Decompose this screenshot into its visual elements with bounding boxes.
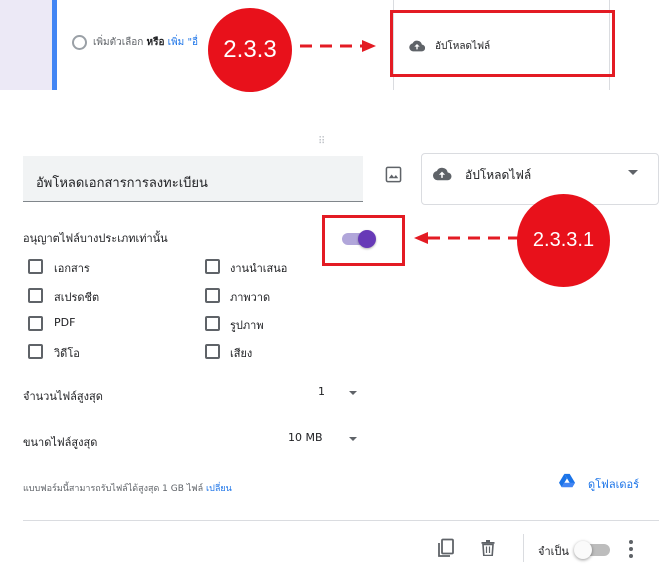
required-label: จำเป็น bbox=[538, 545, 569, 558]
checkbox-presentation[interactable] bbox=[205, 259, 220, 274]
checkbox-spreadsheet[interactable] bbox=[28, 288, 43, 303]
drive-icon[interactable] bbox=[558, 473, 576, 489]
more-vert-icon[interactable] bbox=[628, 539, 634, 559]
checkbox-pdf[interactable] bbox=[28, 316, 43, 331]
checkbox-drawing[interactable] bbox=[205, 288, 220, 303]
checkbox-label-audio: เสียง bbox=[230, 347, 253, 360]
add-option-row[interactable]: เพิ่มตัวเลือก หรือ เพิ่ม "อื่ bbox=[93, 35, 198, 50]
cloud-upload-icon bbox=[432, 167, 452, 181]
image-icon[interactable] bbox=[385, 166, 402, 183]
checkbox-audio[interactable] bbox=[205, 344, 220, 359]
max-size-chevron-down-icon[interactable] bbox=[349, 437, 357, 441]
checkbox-video[interactable] bbox=[28, 344, 43, 359]
footer-vertical-divider bbox=[523, 534, 524, 562]
add-other-link[interactable]: เพิ่ม "อื่ bbox=[168, 37, 198, 48]
required-toggle-thumb[interactable] bbox=[574, 541, 592, 559]
or-text: หรือ bbox=[146, 37, 165, 48]
max-files-value[interactable]: 1 bbox=[318, 385, 325, 398]
footer-divider bbox=[23, 520, 659, 521]
question-type-label: อัปโหลดไฟล์ bbox=[465, 168, 532, 182]
add-option-radio bbox=[72, 35, 87, 50]
chevron-down-icon bbox=[628, 170, 638, 175]
question-title-text[interactable]: อัพโหลดเอกสารการลงทะเบียน bbox=[36, 172, 208, 193]
checkbox-label-document: เอกสาร bbox=[54, 262, 90, 275]
checkbox-label-presentation: งานนำเสนอ bbox=[230, 262, 288, 275]
checkbox-label-spreadsheet: สเปรดชีต bbox=[54, 291, 100, 304]
upload-limit-text: แบบฟอร์มนี้สามารถรับไฟล์ได้สูงสุด 1 GB ไ… bbox=[23, 484, 204, 494]
question-type-select[interactable] bbox=[421, 153, 659, 205]
max-files-label: จำนวนไฟล์สูงสุด bbox=[23, 390, 103, 403]
drag-handle-icon[interactable]: ⠿ bbox=[318, 136, 326, 147]
highlight-box-toggle bbox=[322, 215, 405, 266]
checkbox-image[interactable] bbox=[205, 316, 220, 331]
max-files-chevron-down-icon[interactable] bbox=[349, 391, 357, 395]
add-option-text[interactable]: เพิ่มตัวเลือก bbox=[93, 37, 143, 48]
checkbox-label-image: รูปภาพ bbox=[230, 319, 264, 332]
max-size-value[interactable]: 10 MB bbox=[288, 431, 323, 444]
step-badge-2-3-3-1: 2.3.3.1 bbox=[517, 194, 610, 287]
checkbox-document[interactable] bbox=[28, 259, 43, 274]
change-limit-link[interactable]: เปลี่ยน bbox=[206, 484, 232, 494]
trash-icon[interactable] bbox=[481, 540, 495, 556]
dashed-arrow-right-icon bbox=[300, 40, 376, 52]
dashed-arrow-left-icon bbox=[414, 232, 518, 244]
copy-icon[interactable] bbox=[437, 538, 455, 558]
highlight-box-upload-option bbox=[390, 10, 615, 77]
step-badge-2-3-3: 2.3.3 bbox=[208, 8, 292, 92]
view-folder-link[interactable]: ดูโฟลเดอร์ bbox=[588, 475, 639, 493]
checkbox-label-video: วิดีโอ bbox=[54, 347, 80, 360]
upload-limit-info: แบบฟอร์มนี้สามารถรับไฟล์ได้สูงสุด 1 GB ไ… bbox=[23, 481, 232, 495]
checkbox-label-drawing: ภาพวาด bbox=[230, 291, 271, 304]
restrict-file-types-label: อนุญาตไฟล์บางประเภทเท่านั้น bbox=[23, 232, 168, 245]
checkbox-label-pdf: PDF bbox=[54, 316, 76, 329]
max-size-label: ขนาดไฟล์สูงสุด bbox=[23, 436, 98, 449]
